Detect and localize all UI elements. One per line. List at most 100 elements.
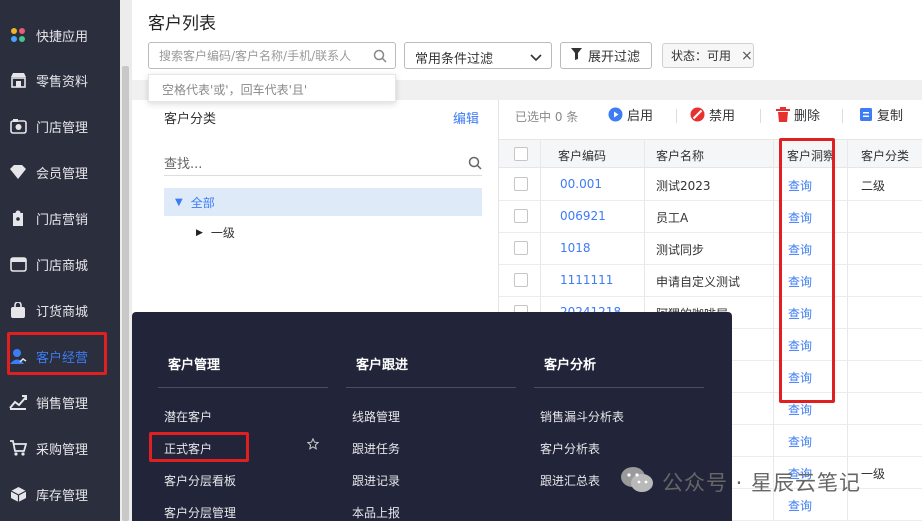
sidebar-item-label: 会员管理: [36, 166, 89, 182]
caret-right-icon[interactable]: ▶: [196, 228, 203, 238]
menu-group-title: 客户跟进: [356, 358, 409, 373]
row-checkbox[interactable]: [514, 209, 528, 223]
sidebar-item-retail-data[interactable]: 零售资料: [0, 57, 120, 103]
expand-filter-label: 展开过滤: [588, 50, 641, 65]
ban-icon: [690, 107, 705, 122]
sidebar-item-purchase-management[interactable]: 采购管理: [0, 425, 120, 471]
row-checkbox[interactable]: [514, 177, 528, 191]
sidebar-item-quick-apps[interactable]: 快捷应用: [0, 12, 120, 58]
chart-icon: [9, 393, 27, 411]
table-row[interactable]: 00.001 测试2023 查询 二级: [499, 169, 922, 201]
sidebar-item-store-marketing[interactable]: 门店营销: [0, 195, 120, 241]
sidebar-item-label: 门店管理: [36, 120, 89, 136]
row-checkbox[interactable]: [514, 273, 528, 287]
highlight-box-sidebar: [7, 332, 107, 375]
insight-query-link[interactable]: 查询: [788, 497, 812, 514]
column-header[interactable]: 客户名称: [656, 147, 704, 164]
filter-select-value: 常用条件过滤: [415, 52, 494, 67]
watermark-text: 公众号 · 星辰云笔记: [662, 470, 862, 495]
menu-divider: [346, 387, 516, 388]
search-icon[interactable]: [468, 156, 482, 173]
sidebar-item-label: 库存管理: [36, 488, 89, 504]
apps-icon: [9, 26, 27, 44]
column-header[interactable]: 客户编码: [558, 147, 606, 164]
wechat-icon: [620, 466, 654, 497]
customer-category: 一级: [861, 467, 886, 481]
category-edit-link[interactable]: 编辑: [453, 108, 479, 127]
watermark: 公众号 · 星辰云笔记: [620, 466, 861, 497]
menu-item-product-report[interactable]: 本品上报: [352, 504, 400, 521]
sidebar-item-store-management[interactable]: 门店管理: [0, 103, 120, 149]
copy-button[interactable]: 复制: [859, 105, 903, 124]
close-icon[interactable]: ×: [741, 48, 753, 64]
category-search-input[interactable]: [164, 154, 454, 174]
tree-node-level1[interactable]: ▶ 一级: [196, 224, 235, 241]
search-icon[interactable]: [373, 49, 387, 66]
sidebar-item-sales-management[interactable]: 销售管理: [0, 379, 120, 425]
sidebar-item-inventory-management[interactable]: 库存管理: [0, 471, 120, 517]
column-header[interactable]: 客户分类: [861, 147, 909, 164]
disable-button[interactable]: 禁用: [690, 105, 735, 124]
tree-node-label: 一级: [210, 226, 235, 240]
sidebar-item-label: 门店营销: [36, 212, 89, 228]
table-row[interactable]: 1018 测试同步 查询: [499, 233, 922, 265]
delete-button[interactable]: 删除: [776, 105, 820, 124]
sidebar: 快捷应用 零售资料 门店管理 会员管理 门店营销 门店商城 订货商城 客户经营 …: [0, 0, 120, 521]
customer-code-link[interactable]: 00.001: [560, 177, 602, 191]
enable-button[interactable]: 启用: [608, 105, 653, 124]
enable-label: 启用: [627, 109, 654, 124]
table-header: 客户编码 客户名称 客户洞察 客户分类: [499, 139, 922, 168]
select-all-checkbox[interactable]: [514, 147, 528, 161]
customer-name: 员工A: [656, 211, 689, 225]
highlight-box-formal-customers: [149, 432, 249, 462]
table-row[interactable]: 006921 员工A 查询: [499, 201, 922, 233]
customer-code-link[interactable]: 1111111: [560, 273, 613, 287]
star-icon[interactable]: [306, 437, 320, 453]
customer-name: 测试同步: [656, 243, 705, 257]
menu-item-sales-funnel[interactable]: 销售漏斗分析表: [540, 408, 624, 425]
disable-label: 禁用: [709, 109, 736, 124]
copy-icon: [859, 107, 873, 122]
play-icon: [608, 107, 623, 122]
table-row[interactable]: 1111111 申请自定义测试 查询: [499, 265, 922, 297]
status-filter-tag: 状态：可用 ×: [662, 43, 754, 68]
menu-item-customer-analysis[interactable]: 客户分析表: [540, 440, 600, 457]
search-input[interactable]: [159, 47, 369, 65]
customer-search-box[interactable]: [148, 42, 396, 69]
row-checkbox[interactable]: [514, 241, 528, 255]
sidebar-item-label: 快捷应用: [36, 29, 89, 45]
menu-item-route-management[interactable]: 线路管理: [352, 408, 400, 425]
customer-code-link[interactable]: 1018: [560, 241, 591, 255]
cart-icon: [9, 439, 27, 457]
menu-item-customer-tier-management[interactable]: 客户分层管理: [164, 504, 236, 521]
expand-filter-button[interactable]: 展开过滤: [560, 42, 652, 69]
insight-query-link[interactable]: 查询: [788, 433, 812, 450]
sidebar-item-member-management[interactable]: 会员管理: [0, 149, 120, 195]
menu-item-potential-customers[interactable]: 潜在客户: [164, 408, 212, 425]
sidebar-scroll-thumb[interactable]: [122, 66, 129, 521]
menu-item-follow-up-tasks[interactable]: 跟进任务: [352, 440, 400, 457]
customer-category: 二级: [861, 179, 886, 193]
sidebar-item-label: 门店商城: [36, 258, 89, 274]
caret-down-icon[interactable]: ▼: [175, 197, 183, 208]
menu-item-follow-up-records[interactable]: 跟进记录: [352, 472, 400, 489]
sidebar-item-store-mall[interactable]: 门店商城: [0, 241, 120, 287]
menu-item-follow-up-summary[interactable]: 跟进汇总表: [540, 472, 600, 489]
insight-query-link[interactable]: 查询: [788, 401, 812, 418]
page-title: 客户列表: [148, 14, 216, 34]
filter-icon: [571, 48, 582, 63]
common-filter-select[interactable]: 常用条件过滤: [404, 42, 552, 69]
sidebar-item-order-mall[interactable]: 订货商城: [0, 287, 120, 333]
search-hint-dropdown: 空格代表'或'，回车代表'且': [148, 74, 396, 102]
sidebar-item-label: 销售管理: [36, 396, 89, 412]
menu-item-customer-tier-board[interactable]: 客户分层看板: [164, 472, 236, 489]
customer-code-link[interactable]: 006921: [560, 209, 606, 223]
menu-divider: [158, 387, 328, 388]
selected-count: 已选中 0 条: [515, 110, 579, 124]
camera-icon: [9, 117, 27, 135]
tree-node-all[interactable]: ▼ 全部: [164, 188, 482, 216]
trash-icon: [776, 107, 790, 122]
box-icon: [9, 485, 27, 503]
toolbar-divider: [676, 109, 677, 123]
category-search-box[interactable]: [164, 152, 482, 176]
